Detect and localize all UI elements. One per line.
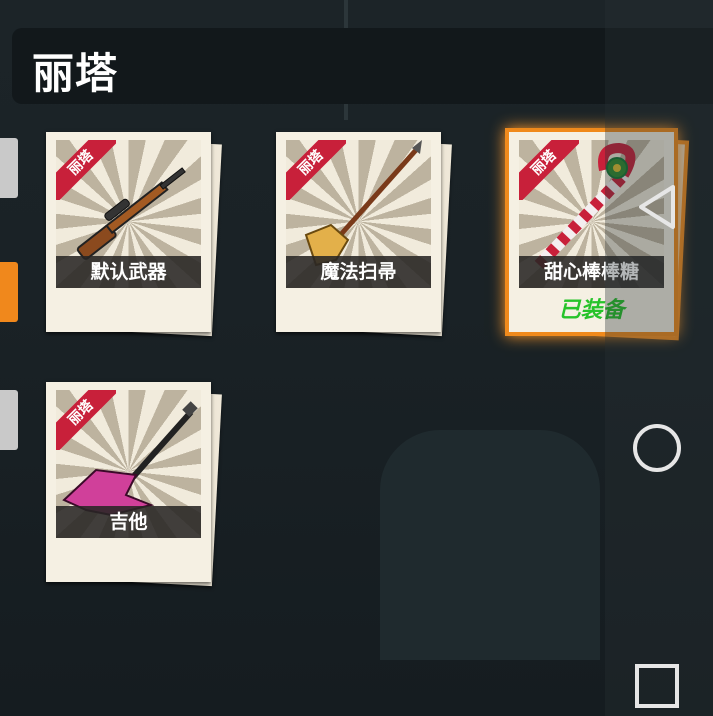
card-front: 丽塔 魔法扫帚 [276, 132, 441, 332]
character-ribbon: 丽塔 [519, 140, 579, 200]
side-tab-1[interactable] [0, 138, 18, 198]
character-ribbon: 丽塔 [286, 140, 346, 200]
background-structure [380, 430, 600, 660]
character-ribbon: 丽塔 [56, 140, 116, 200]
ribbon-label: 丽塔 [56, 390, 116, 450]
card-front: 丽塔 默认武器 [46, 132, 211, 332]
item-card-magic-broom[interactable]: 丽塔 魔法扫帚 [276, 132, 452, 337]
item-name: 吉他 [56, 506, 201, 538]
ribbon-label: 丽塔 [56, 140, 116, 200]
side-tab-2[interactable] [0, 262, 18, 322]
item-name: 默认武器 [56, 256, 201, 288]
side-tab-3[interactable] [0, 390, 18, 450]
navigation-bar [605, 0, 713, 716]
item-name: 魔法扫帚 [286, 256, 431, 288]
character-ribbon: 丽塔 [56, 390, 116, 450]
home-icon[interactable] [631, 422, 683, 474]
ribbon-label: 丽塔 [519, 140, 579, 200]
item-card-guitar[interactable]: 丽塔 吉他 [46, 382, 222, 587]
page-title: 丽塔 [32, 49, 119, 98]
recents-icon[interactable] [633, 662, 681, 710]
item-card-default-weapon[interactable]: 丽塔 默认武器 [46, 132, 222, 337]
back-icon[interactable] [633, 182, 683, 232]
card-front: 丽塔 吉他 [46, 382, 211, 582]
ribbon-label: 丽塔 [286, 140, 346, 200]
